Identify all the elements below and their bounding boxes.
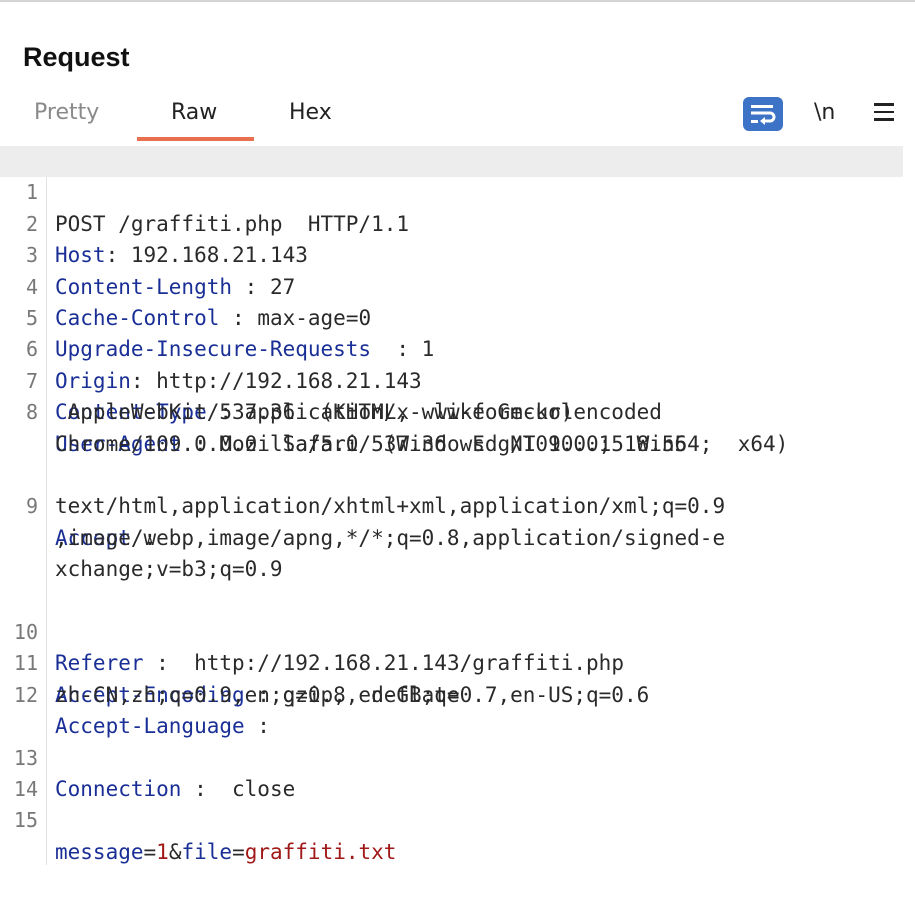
header-value-continuation: zh-CN,zh;q=0.9,en;q=0.8,en-GB;q=0.7,en-U… [55, 682, 650, 707]
tab-raw[interactable]: Raw [171, 100, 217, 125]
param-name: file [181, 839, 233, 864]
header-value-continuation: Chrome/109.0.0.0 Safari/537.36 Edg/109.0… [55, 431, 688, 456]
param-separator: & [168, 839, 182, 864]
hamburger-menu-icon[interactable] [874, 103, 894, 123]
active-tab-indicator [137, 137, 254, 141]
line-number: 9 [25, 494, 38, 519]
header-line: 9 Accept : text/html,application/xhtml+x… [0, 460, 915, 586]
top-divider [0, 0, 915, 2]
param-name: message [55, 839, 144, 864]
header-value-continuation: xchange;v=b3;q=0.9 [55, 557, 283, 582]
header-line: 10 Referer : http://192.168.21.143/graff… [0, 586, 915, 675]
header-line: 13 Connection : close [0, 711, 915, 801]
show-newlines-button[interactable]: \n [814, 100, 835, 125]
tab-hex[interactable]: Hex [289, 100, 332, 125]
header-line: 12 Accept-Language : zh-CN,zh;q=0.9,en;q… [0, 648, 915, 738]
request-line: 1 POST /graffiti.php HTTP/1.1 [0, 146, 903, 236]
header-line: 6 Origin: http://192.168.21.143 [0, 303, 915, 392]
header-line: 7 Content-Type : application/x-www-form-… [0, 334, 915, 424]
param-equals: = [143, 839, 157, 864]
header-line: 8 User-Agent : Mozilla/5.0 (Windows NT 1… [0, 366, 915, 460]
panel-title: Request [23, 42, 130, 72]
blank-line: 14 [0, 742, 915, 801]
request-body-line: 15 message=1&file=graffiti.txt [0, 774, 915, 863]
param-equals: = [232, 839, 245, 864]
header-value-continuation: text/html,application/xhtml+xml,applicat… [55, 494, 726, 519]
param-value: 1 [156, 839, 169, 864]
line-number: 12 [13, 682, 38, 707]
tab-pretty[interactable]: Pretty [34, 100, 99, 125]
text-wrap-icon [751, 105, 776, 125]
text-wrap-button[interactable] [743, 97, 783, 131]
header-line: 11 Accept-Encoding : gzip, deflate [0, 617, 915, 706]
header-value-continuation: AppleWebKit/537.36 (KHTML, like Gecko) [55, 400, 574, 425]
line-number: 15 [13, 808, 38, 833]
line-number: 8 [25, 400, 38, 425]
raw-request-editor[interactable]: 1 POST /graffiti.php HTTP/1.1 2 Host: 19… [0, 146, 915, 864]
header-line: 4 Cache-Control : max-age=0 [0, 240, 915, 330]
header-line: 5 Upgrade-Insecure-Requests : 1 [0, 272, 915, 361]
header-line: 3 Content-Length : 27 [0, 209, 915, 298]
header-value-continuation: ,image/webp,image/apng,*/*;q=0.8,applica… [55, 525, 726, 550]
header-line: 2 Host: 192.168.21.143 [0, 177, 915, 267]
param-value: graffiti.txt [244, 839, 397, 864]
